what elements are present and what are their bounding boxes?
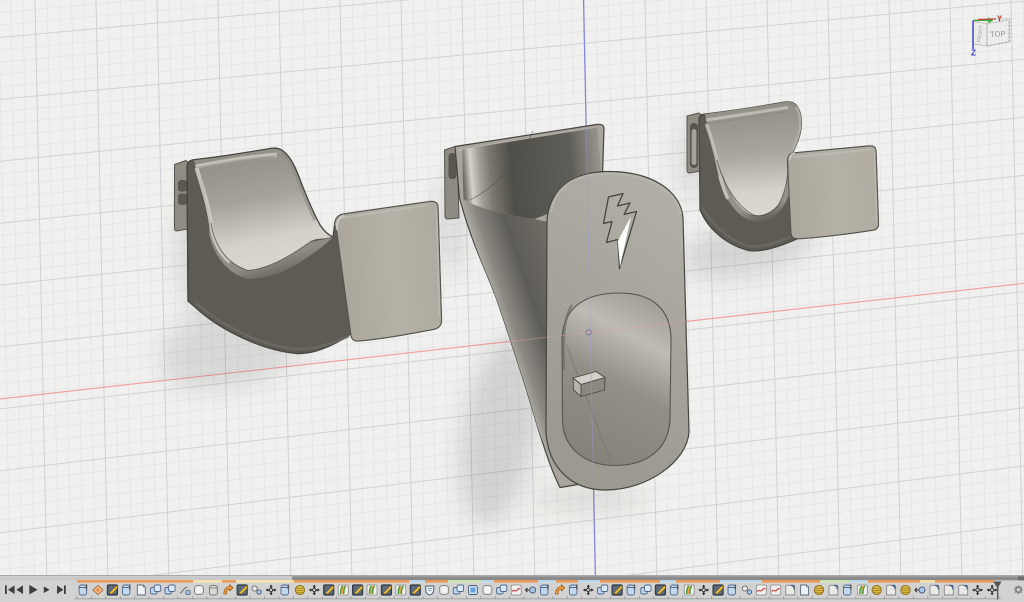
svg-text:TOP: TOP xyxy=(990,29,1006,39)
svg-text:Y: Y xyxy=(997,15,1003,24)
svg-text:Z: Z xyxy=(971,49,976,58)
